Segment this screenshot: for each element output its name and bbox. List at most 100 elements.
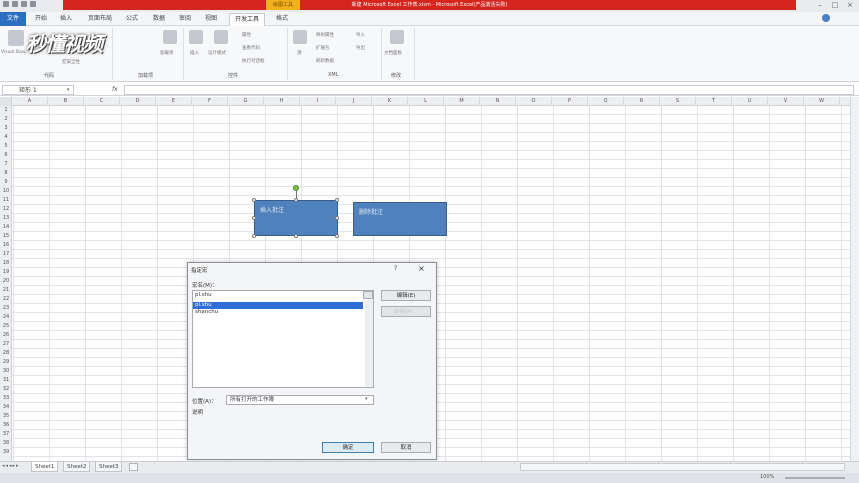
expansion-packs-button[interactable]: 扩展包 (316, 45, 330, 51)
column-header[interactable]: V (768, 97, 804, 106)
map-properties-button[interactable]: 映射属性 (316, 32, 334, 38)
row-header[interactable]: 38 (0, 439, 12, 448)
maximize-button[interactable]: □ (831, 1, 839, 9)
column-header[interactable]: B (48, 97, 84, 106)
view-code-button[interactable]: 查看代码 (242, 45, 260, 51)
dialog-close-button[interactable]: × (418, 264, 425, 273)
column-header[interactable]: R (624, 97, 660, 106)
resize-handle[interactable] (335, 216, 339, 220)
column-header[interactable]: T (696, 97, 732, 106)
xml-source-icon[interactable] (293, 30, 307, 44)
row-header[interactable]: 31 (0, 376, 12, 385)
row-header[interactable]: 16 (0, 241, 12, 250)
tab-insert[interactable]: 插入 (60, 13, 72, 24)
export-button[interactable]: 导出 (356, 45, 365, 51)
resize-handle[interactable] (252, 216, 256, 220)
row-header[interactable]: 33 (0, 394, 12, 403)
shape-insert-comment[interactable]: 插入批注 (254, 200, 338, 236)
column-header[interactable]: S (660, 97, 696, 106)
column-header[interactable]: I (300, 97, 336, 106)
row-header[interactable]: 9 (0, 178, 12, 187)
column-header[interactable]: W (804, 97, 840, 106)
row-header[interactable]: 28 (0, 349, 12, 358)
column-header[interactable]: P (552, 97, 588, 106)
excel-app-icon[interactable] (3, 1, 9, 7)
tab-view[interactable]: 视图 (205, 13, 217, 24)
insert-control-button[interactable]: 插入 (190, 50, 199, 56)
row-header[interactable]: 23 (0, 304, 12, 313)
import-button[interactable]: 导入 (356, 32, 365, 38)
rotation-handle[interactable] (293, 185, 299, 191)
run-dialog-button[interactable]: 执行对话框 (242, 58, 265, 64)
row-header[interactable]: 35 (0, 412, 12, 421)
row-header[interactable]: 24 (0, 313, 12, 322)
column-header[interactable]: M (444, 97, 480, 106)
column-header[interactable]: F (192, 97, 228, 106)
row-header[interactable]: 22 (0, 295, 12, 304)
row-header[interactable]: 13 (0, 214, 12, 223)
row-header[interactable]: 19 (0, 268, 12, 277)
resize-handle[interactable] (294, 234, 298, 238)
close-button[interactable]: × (846, 1, 854, 9)
row-header[interactable]: 30 (0, 367, 12, 376)
formula-input[interactable] (124, 85, 854, 95)
column-header[interactable]: H (264, 97, 300, 106)
properties-button[interactable]: 属性 (242, 32, 251, 38)
tab-developer[interactable]: 开发工具 (229, 13, 265, 26)
row-header[interactable]: 11 (0, 196, 12, 205)
column-header[interactable]: U (732, 97, 768, 106)
sheet-tab-1[interactable]: Sheet1 (31, 462, 59, 472)
row-header[interactable]: 25 (0, 322, 12, 331)
minimize-button[interactable]: – (816, 1, 824, 9)
visual-basic-button[interactable]: Visual Basic (1, 50, 28, 55)
chevron-down-icon[interactable]: ▾ (365, 396, 368, 402)
column-header[interactable]: E (156, 97, 192, 106)
vertical-scrollbar[interactable] (850, 97, 859, 461)
shape-delete-comment[interactable]: 删除批注 (353, 202, 447, 236)
design-mode-icon[interactable] (214, 30, 228, 44)
tab-file[interactable]: 文件 (0, 12, 26, 26)
insert-sheet-icon[interactable] (129, 463, 138, 471)
row-header[interactable]: 18 (0, 259, 12, 268)
row-header[interactable]: 27 (0, 340, 12, 349)
macro-security-button[interactable]: 宏安全性 (62, 59, 80, 65)
help-button[interactable]: ? (394, 265, 397, 272)
row-header[interactable]: 12 (0, 205, 12, 214)
ok-button[interactable]: 确定 (322, 442, 374, 453)
row-header[interactable]: 17 (0, 250, 12, 259)
addins-button[interactable]: 加载项 (160, 50, 174, 56)
collapse-dialog-icon[interactable] (363, 291, 373, 299)
save-icon[interactable] (12, 1, 18, 7)
row-header[interactable]: 4 (0, 133, 12, 142)
column-header[interactable]: C (84, 97, 120, 106)
column-header[interactable]: G (228, 97, 264, 106)
resize-handle[interactable] (335, 198, 339, 202)
edit-button[interactable]: 编辑(E) (381, 290, 431, 301)
row-header[interactable]: 5 (0, 142, 12, 151)
list-item[interactable]: pl.shu (193, 302, 363, 309)
row-header[interactable]: 37 (0, 430, 12, 439)
row-header[interactable]: 14 (0, 223, 12, 232)
zoom-level[interactable]: 100% (760, 474, 774, 480)
tab-data[interactable]: 数据 (153, 13, 165, 24)
row-header[interactable]: 8 (0, 169, 12, 178)
document-panel-button[interactable]: 文档面板 (384, 50, 402, 56)
row-header[interactable]: 26 (0, 331, 12, 340)
tab-review[interactable]: 审阅 (179, 13, 191, 24)
column-header[interactable]: Q (588, 97, 624, 106)
row-header[interactable]: 7 (0, 160, 12, 169)
resize-handle[interactable] (252, 234, 256, 238)
row-header[interactable]: 36 (0, 421, 12, 430)
column-header[interactable]: N (480, 97, 516, 106)
sheet-nav-icon[interactable]: ◂◂◂▸▸ (2, 463, 20, 469)
visual-basic-icon[interactable] (8, 30, 24, 46)
macro-name-input[interactable]: pl.shu (193, 292, 363, 299)
row-header[interactable]: 15 (0, 232, 12, 241)
list-item[interactable]: shanchu (193, 309, 363, 316)
row-header[interactable]: 32 (0, 385, 12, 394)
list-scrollbar[interactable] (365, 300, 373, 387)
sheet-tab-2[interactable]: Sheet2 (63, 462, 91, 472)
cancel-button[interactable]: 取消 (381, 442, 431, 453)
document-panel-icon[interactable] (390, 30, 404, 44)
row-header[interactable]: 1 (0, 106, 12, 115)
